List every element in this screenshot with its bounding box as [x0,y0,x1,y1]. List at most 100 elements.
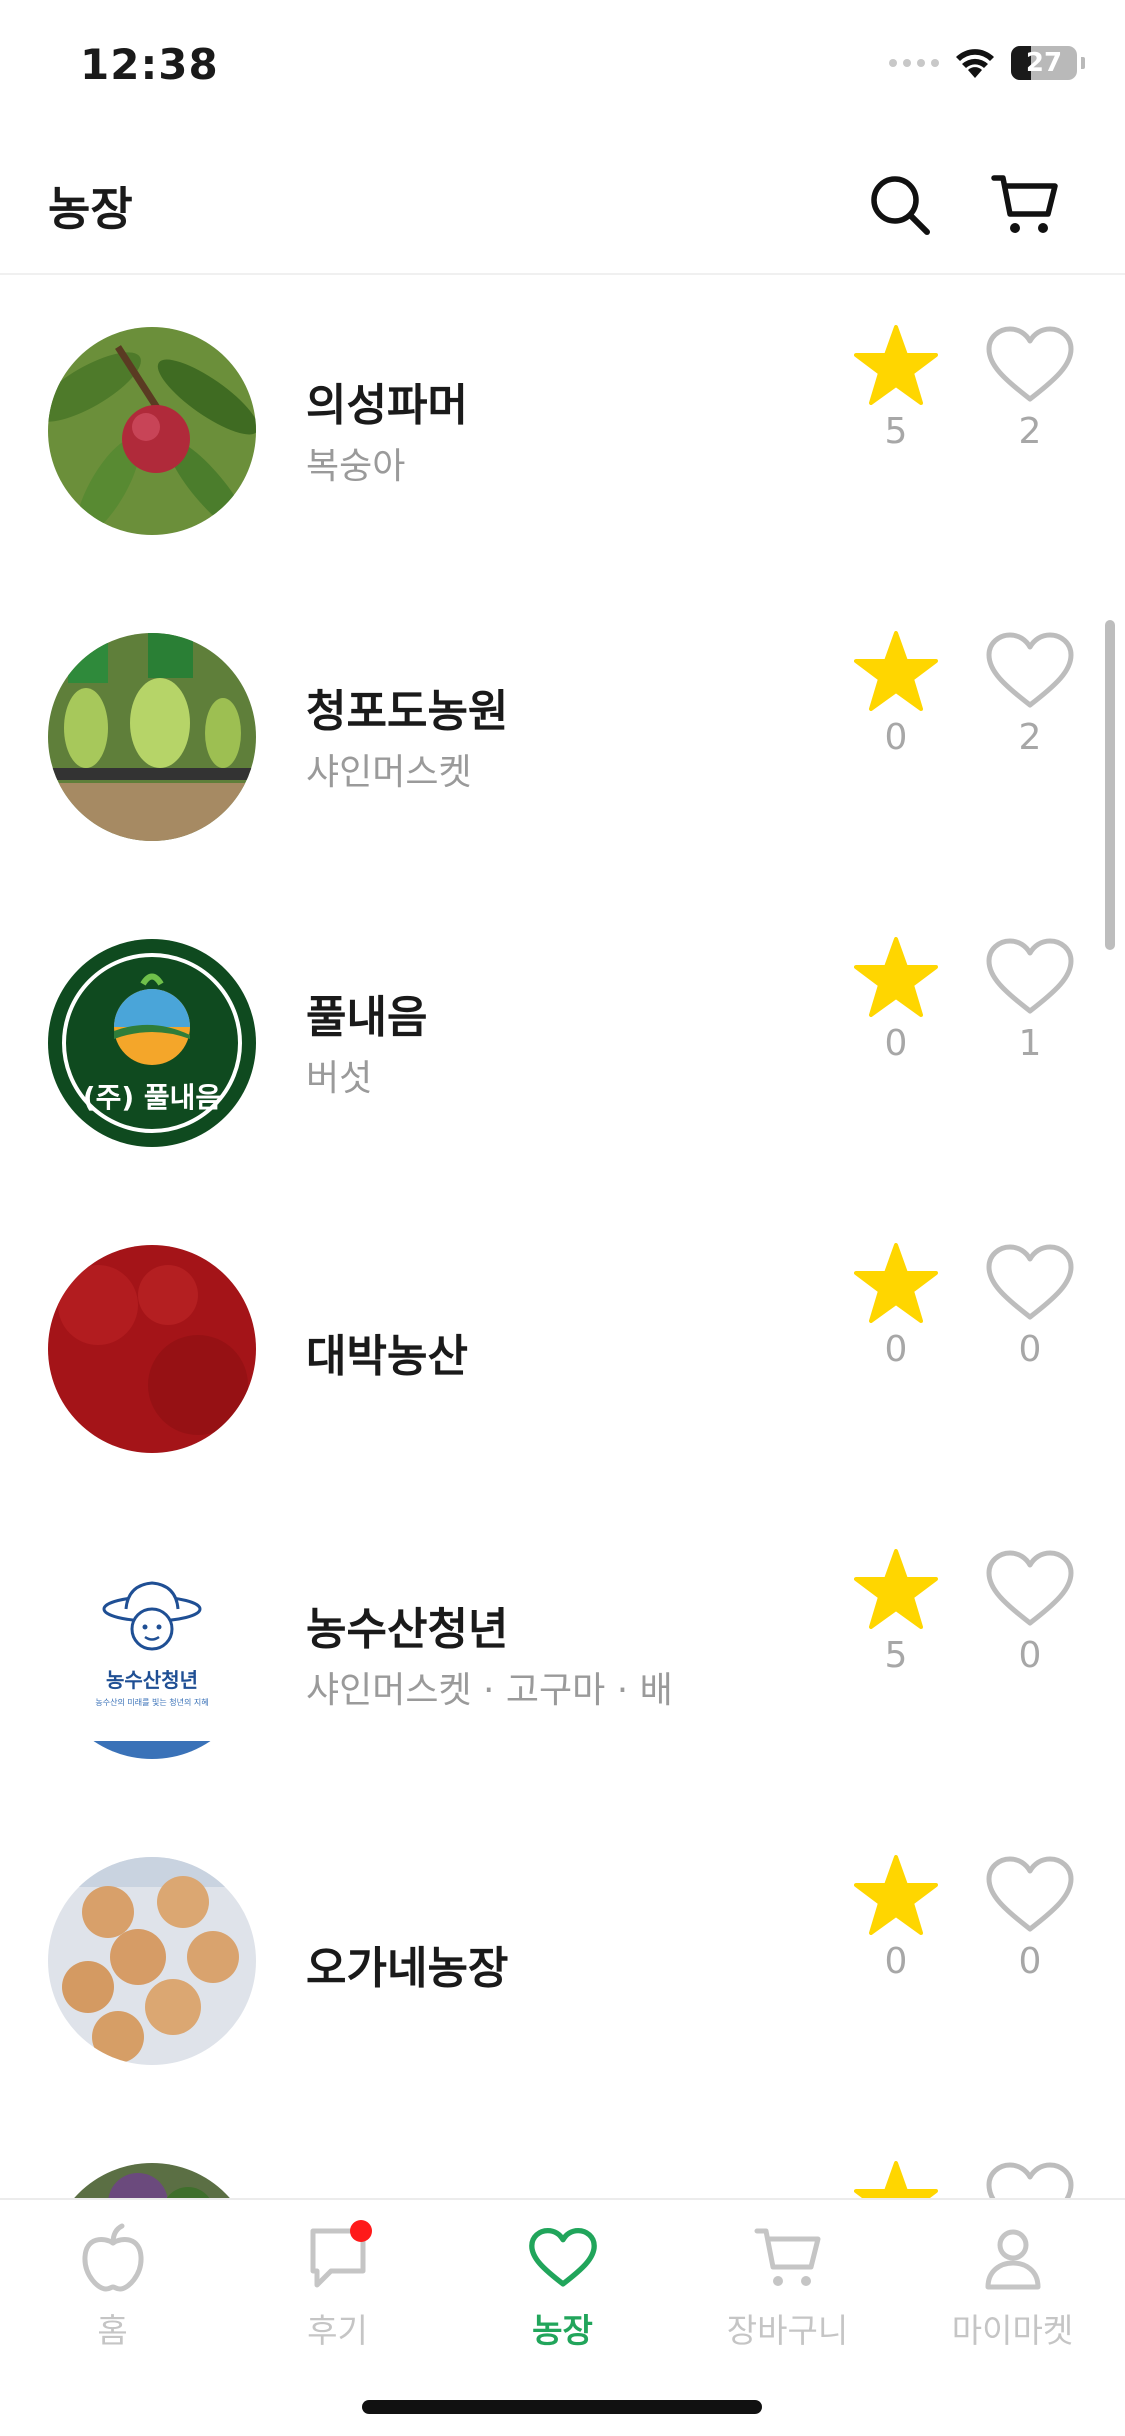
like-button[interactable]: 0 [980,1855,1080,1982]
farm-avatar-chili-powder [48,1245,256,1453]
heart-icon [986,632,1074,708]
battery-tip [1081,57,1085,69]
star-count: 5 [884,411,908,452]
search-button[interactable] [860,165,940,245]
farm-products: 샤인머스켓 · 고구마 · 배 [306,1670,673,1711]
nav-item-mymarket[interactable]: 마이마켓 [900,2218,1125,2352]
battery-icon: 27 [1011,46,1077,80]
rating-stat: 0 [846,631,946,758]
star-icon [854,937,938,1017]
nav-label: 홈 [97,2311,128,2350]
star-icon [854,1243,938,1323]
nav-item-reviews[interactable]: 후기 [225,2218,450,2352]
rating-stat: 0 [846,937,946,1064]
rating-stat: 5 [846,1549,946,1676]
heart-icon [986,1550,1074,1626]
nav-item-cart[interactable]: 장바구니 [675,2218,900,2352]
farm-avatar-partial [48,2163,256,2198]
star-icon [854,631,938,711]
like-button[interactable] [980,2161,1080,2198]
farm-list-item[interactable]: 대박농산 0 0 [0,1195,1125,1501]
cellular-signal-icon [889,59,939,67]
nongsusan-logo-tagline: 농수산의 미래를 빛는 청년의 지혜 [95,1697,208,1707]
heart-icon [986,1856,1074,1932]
like-count: 0 [1018,1941,1042,1982]
heart-icon [523,2218,603,2298]
farm-list[interactable]: 의성파머 복숭아 5 2 청포도농원 샤인머스켓 0 2 (주) 풀내음 풀내음… [0,277,1125,2198]
rating-stat [846,2161,946,2198]
farm-list-item[interactable]: (주) 풀내음 풀내음 버섯 0 1 [0,889,1125,1195]
like-count: 0 [1018,1329,1042,1370]
status-indicators: 27 [889,46,1085,80]
chat-icon [298,2218,378,2298]
star-count: 0 [884,1941,908,1982]
app-header: 농장 [0,135,1125,275]
star-count: 5 [884,1635,908,1676]
star-icon [854,325,938,405]
rating-stat: 5 [846,325,946,452]
nav-label: 마이마켓 [951,2311,1074,2350]
star-count: 0 [884,1023,908,1064]
search-icon [871,176,930,235]
nav-item-home[interactable]: 홈 [0,2218,225,2352]
home-indicator[interactable] [362,2400,762,2414]
nav-label: 농장 [532,2311,593,2350]
farm-list-item[interactable]: 오가네농장 0 0 [0,1807,1125,2113]
like-count: 2 [1018,717,1042,758]
farm-avatar-pears [48,1857,256,2065]
farm-name: 농수산청년 [306,1604,509,1655]
like-button[interactable]: 0 [980,1243,1080,1370]
heart-icon [986,1244,1074,1320]
star-count: 0 [884,1329,908,1370]
star-icon [854,1855,938,1935]
farm-list-item[interactable]: 의성파머 복숭아 5 2 [0,277,1125,583]
battery-level: 27 [1025,48,1063,78]
farm-avatar-peach [48,327,256,535]
like-button[interactable]: 1 [980,937,1080,1064]
farm-name: 오가네농장 [306,1943,509,1994]
page-title: 농장 [48,182,133,236]
notification-badge [349,2220,372,2242]
like-count: 1 [1018,1023,1042,1064]
heart-icon [986,2162,1074,2198]
wifi-icon [956,49,994,78]
star-icon [854,1549,938,1629]
rating-stat: 0 [846,1855,946,1982]
farm-avatar-logo-nongsusan: 농수산청년 농수산의 미래를 빛는 청년의 지혜 [48,1551,256,1759]
farm-name: 의성파머 [306,380,468,431]
status-time: 12:38 [80,40,219,89]
nav-label: 장바구니 [726,2311,849,2350]
farm-avatar-grapes [48,633,256,841]
pulnaeum-logo-text: (주) 풀내음 [83,1081,221,1114]
like-button[interactable]: 2 [980,631,1080,758]
farm-list-item-partial[interactable] [0,2113,1125,2198]
status-bar: 12:38 27 [0,0,1125,135]
nongsusan-logo-text: 농수산청년 [106,1668,198,1692]
cart-icon [991,175,1058,233]
farm-products: 버섯 [306,1058,373,1099]
nav-item-farms[interactable]: 농장 [450,2218,675,2352]
farm-name: 풀내음 [306,992,428,1043]
farm-avatar-logo-pulnaeum: (주) 풀내음 [48,939,256,1147]
like-count: 2 [1018,411,1042,452]
farm-name: 대박농산 [306,1331,468,1382]
bottom-nav: 홈 후기 농장 장바구니 마이마켓 [0,2198,1125,2436]
like-button[interactable]: 0 [980,1549,1080,1676]
apple-icon [73,2218,153,2298]
farm-list-item[interactable]: 청포도농원 샤인머스켓 0 2 [0,583,1125,889]
cart-icon [748,2218,828,2298]
farm-products: 복숭아 [306,446,406,487]
farm-name: 청포도농원 [306,686,509,737]
like-count: 0 [1018,1635,1042,1676]
farm-list-item[interactable]: 농수산청년 농수산의 미래를 빛는 청년의 지혜 농수산청년 샤인머스켓 · 고… [0,1501,1125,1807]
star-icon [854,2161,938,2198]
like-button[interactable]: 2 [980,325,1080,452]
farm-products: 샤인머스켓 [306,752,472,793]
heart-icon [986,938,1074,1014]
heart-icon [986,326,1074,402]
star-count: 0 [884,717,908,758]
scrollbar[interactable] [1105,620,1115,950]
cart-button[interactable] [985,165,1065,245]
nav-label: 후기 [307,2311,368,2350]
user-icon [973,2218,1053,2298]
